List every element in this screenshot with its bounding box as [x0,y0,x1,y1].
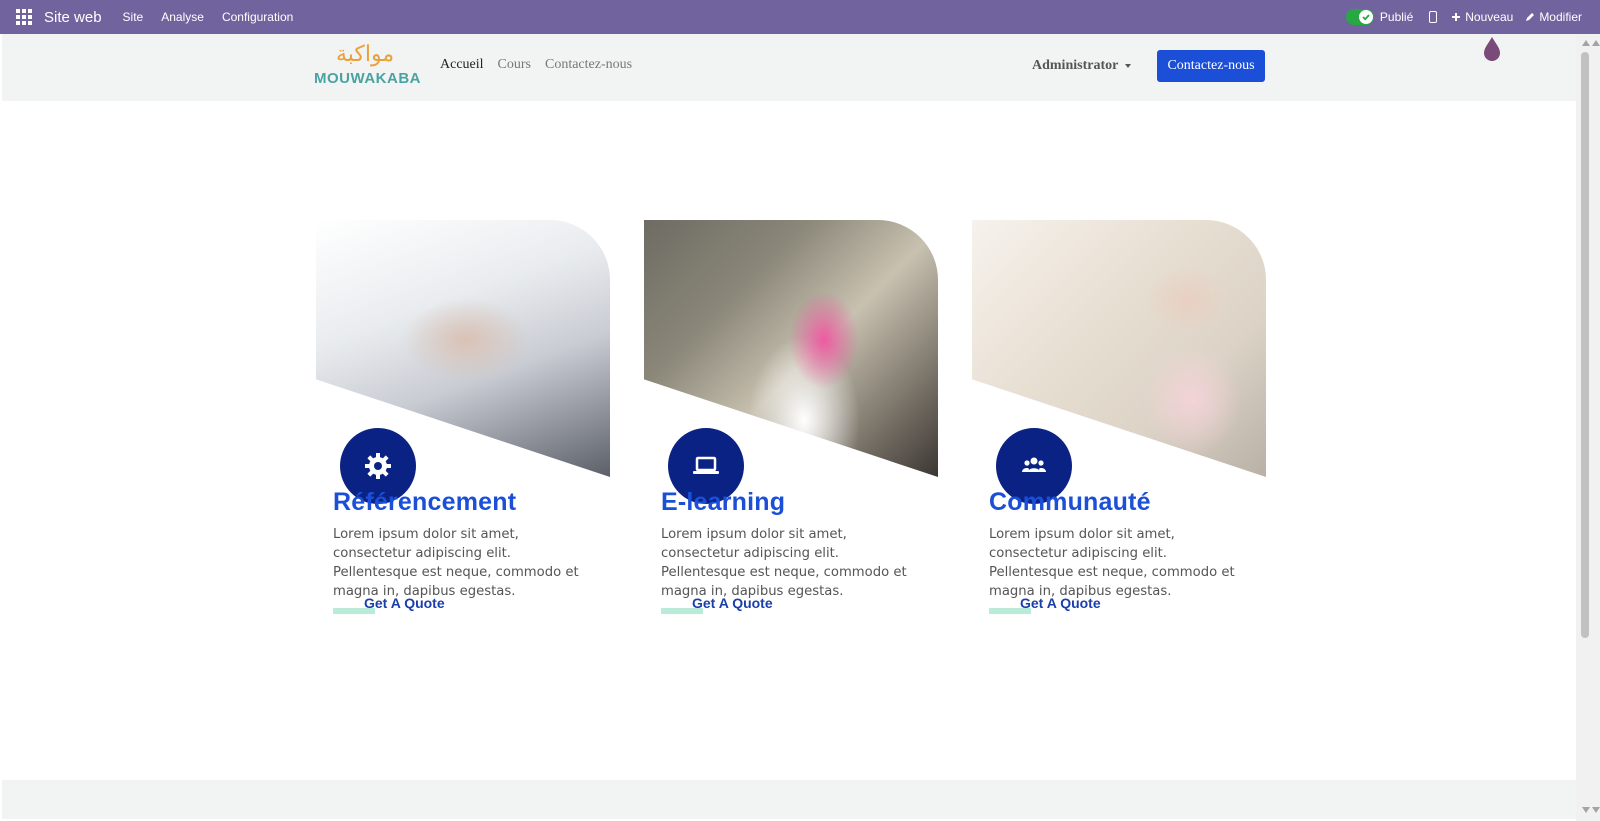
scroll-up-icon[interactable] [1582,40,1590,46]
admin-menu: Site Analyse Configuration [114,10,303,24]
admin-menu-configuration[interactable]: Configuration [213,10,302,24]
new-label: Nouveau [1465,10,1514,24]
feature-card-referencement: Référencement Lorem ipsum dolor sit amet… [316,220,610,614]
admin-menu-site[interactable]: Site [114,10,153,24]
feature-card-elearning: E-learning Lorem ipsum dolor sit amet, c… [644,220,938,614]
admin-actions: Publié Nouveau Modifier [1345,9,1600,25]
admin-menu-analyse[interactable]: Analyse [152,10,213,24]
contact-button[interactable]: Contactez-nous [1157,50,1265,82]
laptop-icon [693,456,719,474]
edit-button[interactable]: Modifier [1525,10,1582,24]
get-quote-label: Get A Quote [364,595,445,611]
logo-text: MOUWAKABA [314,70,421,87]
published-label[interactable]: Publié [1380,10,1413,24]
plus-icon [1452,13,1461,21]
nav-cours[interactable]: Cours [498,57,531,73]
site-logo[interactable]: مواكبة MOUWAKABA [314,42,421,94]
gear-icon [365,453,391,479]
caret-down-icon [1125,64,1132,68]
footer-band [2,780,1576,819]
get-quote-label: Get A Quote [692,595,773,611]
feature-card-communaute: Communauté Lorem ipsum dolor sit amet, c… [972,220,1266,614]
publish-toggle[interactable] [1345,9,1374,25]
card-title: Communauté [989,488,1151,516]
site-header: مواكبة MOUWAKABA Accueil Cours Contactez… [2,34,1576,101]
scroll-up-icon[interactable] [1592,40,1600,46]
scroll-down-icon[interactable] [1582,807,1590,813]
vertical-scrollbar[interactable] [1576,34,1600,821]
nav-accueil[interactable]: Accueil [440,57,484,73]
user-dropdown[interactable]: Administrator [1032,58,1132,74]
card-title: Référencement [333,488,517,516]
nav-contactez-nous[interactable]: Contactez-nous [545,57,632,73]
get-quote-label: Get A Quote [1020,595,1101,611]
admin-brand[interactable]: Site web [44,9,102,26]
card-text: Lorem ipsum dolor sit amet, consectetur … [989,527,1235,599]
users-icon [1022,457,1046,472]
edit-label: Modifier [1539,10,1582,24]
user-name: Administrator [1032,58,1119,73]
get-quote-link[interactable]: Get A Quote [333,595,463,617]
new-button[interactable]: Nouveau [1451,10,1513,24]
pencil-icon [1526,13,1535,21]
drop-icon [1484,37,1500,61]
apps-grid-icon[interactable] [16,9,32,25]
card-title: E-learning [661,488,786,516]
site-nav: Accueil Cours Contactez-nous [440,57,646,73]
get-quote-link[interactable]: Get A Quote [989,595,1119,617]
website-viewport: مواكبة MOUWAKABA Accueil Cours Contactez… [2,34,1576,819]
admin-bar: Site web Site Analyse Configuration Publ… [0,0,1600,34]
mobile-preview-icon[interactable] [1429,11,1438,23]
scroll-down-icon[interactable] [1592,807,1600,813]
get-quote-link[interactable]: Get A Quote [661,595,791,617]
scrollbar-thumb[interactable] [1581,52,1589,638]
check-icon [1358,10,1373,24]
card-text: Lorem ipsum dolor sit amet, consectetur … [661,527,907,599]
logo-arabic: مواكبة [336,42,395,67]
card-text: Lorem ipsum dolor sit amet, consectetur … [333,527,579,599]
